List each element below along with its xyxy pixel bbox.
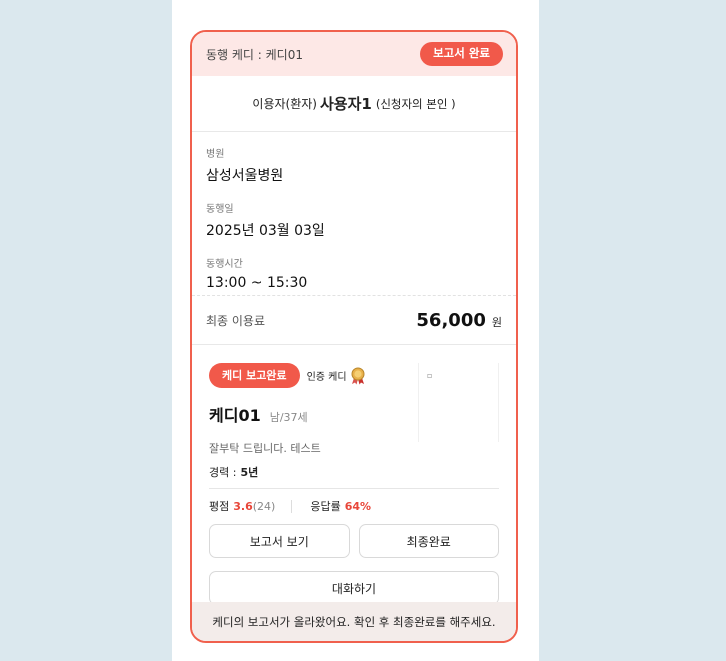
appointment-info: 병원 삼성서울병원 동행일 2025년 03월 03일 동행시간 13:00 ~… bbox=[192, 132, 516, 296]
response-value: 64% bbox=[344, 499, 372, 513]
career-value: 5년 bbox=[240, 466, 259, 479]
profile-divider bbox=[209, 488, 499, 489]
hospital-label: 병원 bbox=[206, 149, 225, 160]
caddie-stats: 평점 3.6 (24) 응답률 64% bbox=[209, 498, 499, 514]
time-value: 13:00 ~ 15:30 bbox=[206, 275, 308, 291]
caddie-career: 경력 :5년 bbox=[209, 464, 499, 480]
chat-row: 대화하기 bbox=[209, 568, 499, 605]
rating-value: 3.6 bbox=[233, 499, 253, 513]
view-report-button[interactable]: 보고서 보기 bbox=[209, 524, 350, 558]
caddie-label: 동행 케디 : 케디01 bbox=[206, 47, 303, 62]
medal-icon bbox=[350, 367, 366, 385]
broken-image-icon: ▫ bbox=[427, 371, 433, 380]
user-row: 이용자(환자) 사용자1 (신청자의 본인 ) bbox=[192, 76, 516, 132]
report-complete-badge: 보고서 완료 bbox=[420, 42, 503, 66]
rating-label: 평점 bbox=[209, 500, 230, 513]
caddie-meta: 남/37세 bbox=[269, 411, 308, 424]
fee-label: 최종 이용료 bbox=[206, 313, 266, 328]
user-prefix: 이용자(환자) bbox=[252, 97, 317, 111]
time-label: 동행시간 bbox=[206, 259, 243, 270]
chat-button[interactable]: 대화하기 bbox=[209, 571, 499, 605]
hospital-value: 삼성서울병원 bbox=[206, 168, 284, 184]
caddie-intro: 잘부탁 드립니다. 테스트 bbox=[209, 442, 321, 455]
page-container: 동행 케디 : 케디01 보고서 완료 이용자(환자) 사용자1 (신청자의 본… bbox=[172, 0, 539, 661]
caddie-photo: ▫ bbox=[418, 363, 499, 442]
fee-row: 최종 이용료 56,000 원 bbox=[192, 296, 516, 345]
date-value: 2025년 03월 03일 bbox=[206, 223, 325, 239]
stats-separator bbox=[291, 499, 293, 513]
fee-unit: 원 bbox=[491, 315, 502, 329]
card-header: 동행 케디 : 케디01 보고서 완료 bbox=[192, 32, 516, 76]
final-complete-button[interactable]: 최종완료 bbox=[358, 524, 499, 558]
career-label: 경력 : bbox=[209, 466, 237, 479]
caddie-profile: 케디 보고완료 인증 케디 ▫ 케디01 남/37세 잘부탁 드립니다. 테스트… bbox=[192, 345, 516, 605]
date-label: 동행일 bbox=[206, 204, 234, 215]
action-buttons: 보고서 보기 최종완료 bbox=[209, 524, 499, 558]
user-note: (신청자의 본인 ) bbox=[375, 96, 456, 111]
caddie-report-badge: 케디 보고완료 bbox=[209, 363, 300, 388]
response-label: 응답률 bbox=[310, 500, 341, 513]
rating-count: (24) bbox=[252, 499, 276, 513]
fee-amount: 56,000 bbox=[416, 309, 486, 331]
user-name: 사용자1 bbox=[319, 95, 372, 113]
companion-card: 동행 케디 : 케디01 보고서 완료 이용자(환자) 사용자1 (신청자의 본… bbox=[190, 30, 518, 643]
certified-label: 인증 케디 bbox=[306, 372, 347, 383]
caddie-name: 케디01 bbox=[209, 406, 261, 425]
footer-message: 케디의 보고서가 올라왔어요. 확인 후 최종완료를 해주세요. bbox=[192, 602, 516, 641]
